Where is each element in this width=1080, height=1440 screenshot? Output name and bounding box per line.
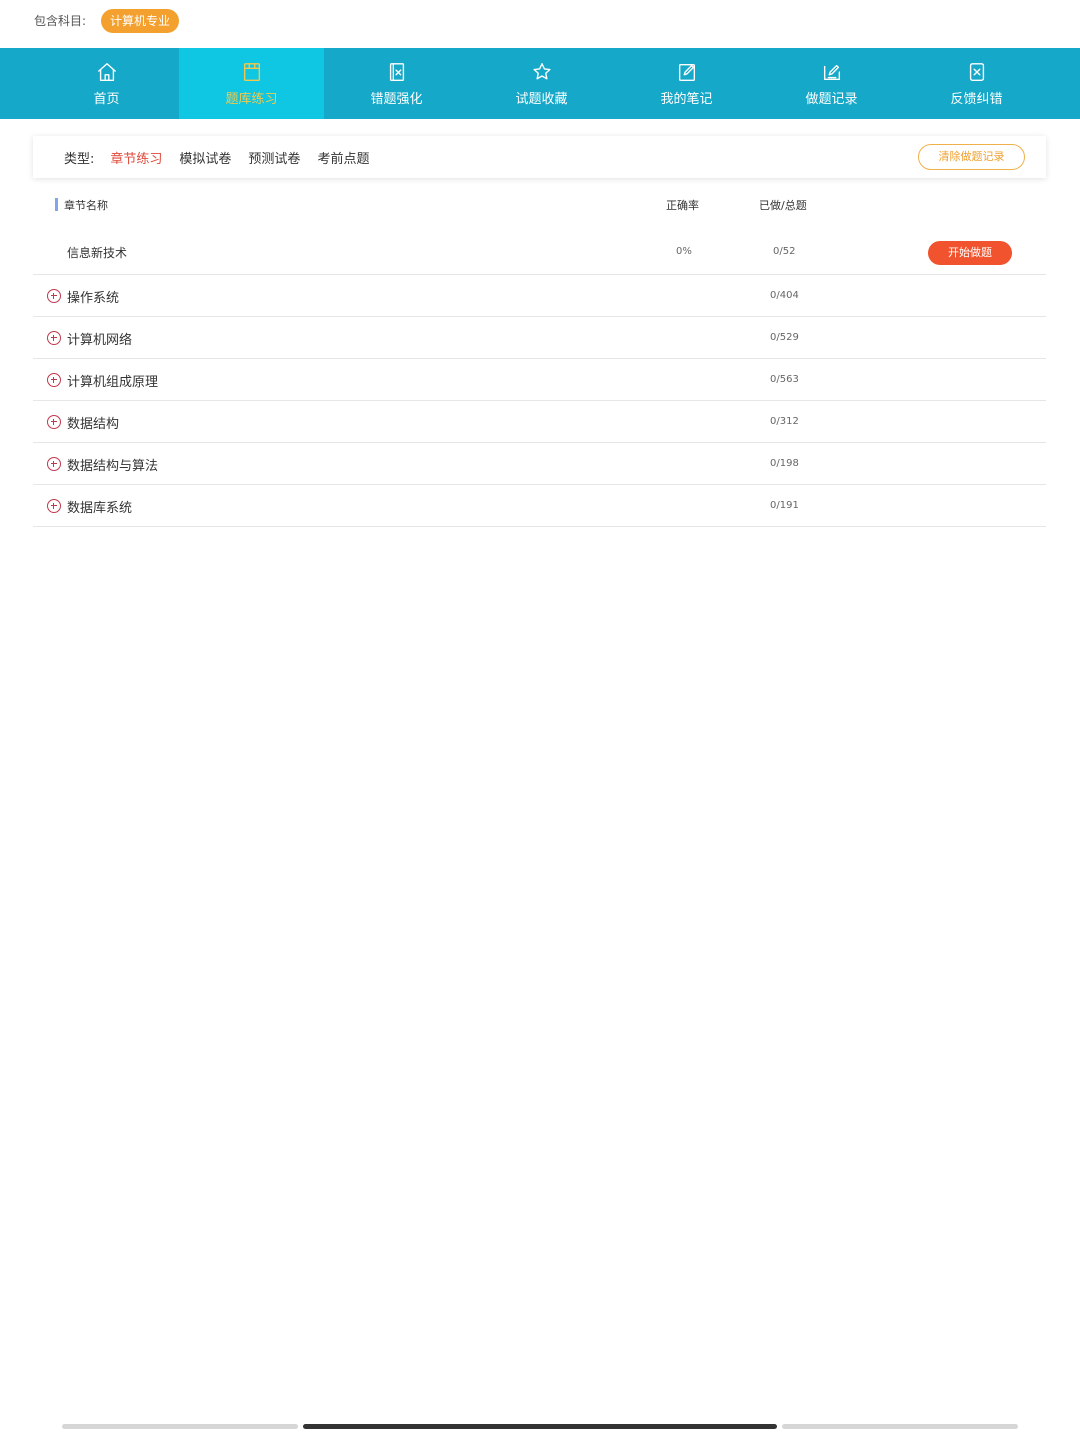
column-header-name: 章节名称 bbox=[64, 199, 108, 212]
page-indicator[interactable] bbox=[62, 1424, 1018, 1430]
book-icon bbox=[243, 62, 260, 81]
table-row[interactable]: 数据库系统 0/191 bbox=[33, 485, 1046, 527]
done-count: 0/404 bbox=[770, 290, 799, 301]
top-bar: 包含科目: 计算机专业 bbox=[0, 0, 1080, 48]
done-count: 0/52 bbox=[773, 246, 796, 257]
nav-item-favorites[interactable]: 试题收藏 bbox=[469, 48, 614, 119]
chapter-name: 数据结构与算法 bbox=[67, 459, 159, 474]
table-row[interactable]: 数据结构 0/312 bbox=[33, 401, 1046, 443]
nav-item-label: 首页 bbox=[93, 91, 120, 107]
subject-badge[interactable]: 计算机专业 bbox=[101, 9, 180, 33]
type-filter-bar: 类型: 章节练习 模拟试卷 预测试卷 考前点题 清除做题记录 bbox=[33, 136, 1046, 178]
column-header-done: 已做/总题 bbox=[759, 199, 807, 212]
page-indicator-segment[interactable] bbox=[782, 1424, 1018, 1429]
done-count: 0/563 bbox=[770, 374, 799, 385]
subject-label: 包含科目: bbox=[34, 14, 87, 28]
table-row[interactable]: 计算机网络 0/529 bbox=[33, 317, 1046, 359]
chapter-name: 数据结构 bbox=[67, 417, 120, 432]
type-label: 类型: bbox=[64, 151, 95, 167]
table-row[interactable]: 操作系统 0/404 bbox=[33, 275, 1046, 317]
record-icon bbox=[823, 64, 840, 80]
nav-item-label: 做题记录 bbox=[805, 91, 858, 107]
tab-predicted-exam[interactable]: 预测试卷 bbox=[248, 148, 300, 167]
header-accent-bar bbox=[55, 198, 58, 211]
chapter-name: 计算机网络 bbox=[67, 333, 133, 348]
main-nav: 首页 题库练习 错题强化 试题收藏 我的笔记 做题记录 反馈纠错 bbox=[0, 48, 1080, 119]
expand-plus-icon[interactable] bbox=[47, 289, 61, 303]
table-header: 章节名称 正确率 已做/总题 bbox=[33, 188, 1046, 222]
chapter-name: 信息新技术 bbox=[67, 246, 128, 260]
wrong-doc-icon bbox=[389, 62, 404, 81]
tab-chapter-practice[interactable]: 章节练习 bbox=[110, 148, 162, 167]
star-icon bbox=[532, 62, 551, 79]
chapter-name: 数据库系统 bbox=[67, 501, 133, 516]
feedback-icon bbox=[969, 62, 984, 81]
chapter-name: 操作系统 bbox=[67, 291, 120, 306]
done-count: 0/312 bbox=[770, 416, 799, 427]
nav-item-question-bank[interactable]: 题库练习 bbox=[179, 48, 324, 119]
column-header-rate: 正确率 bbox=[666, 199, 699, 212]
done-count: 0/198 bbox=[770, 458, 799, 469]
expand-plus-icon[interactable] bbox=[47, 499, 61, 513]
nav-item-home[interactable]: 首页 bbox=[0, 48, 179, 119]
nav-item-records[interactable]: 做题记录 bbox=[759, 48, 904, 119]
chapter-table: 章节名称 正确率 已做/总题 信息新技术 0% 0/52 操作系统 0/404 … bbox=[33, 188, 1046, 527]
nav-item-notes[interactable]: 我的笔记 bbox=[614, 48, 759, 119]
nav-item-label: 反馈纠错 bbox=[950, 91, 1003, 107]
tab-pre-exam-tips[interactable]: 考前点题 bbox=[317, 148, 369, 167]
table-row[interactable]: 数据结构与算法 0/198 bbox=[33, 443, 1046, 485]
edit-note-icon bbox=[678, 63, 695, 81]
nav-item-label: 题库练习 bbox=[225, 91, 278, 107]
expand-plus-icon[interactable] bbox=[47, 331, 61, 345]
expand-plus-icon[interactable] bbox=[47, 457, 61, 471]
start-practice-button[interactable]: 开始做题 bbox=[928, 241, 1012, 265]
chapter-name: 计算机组成原理 bbox=[67, 375, 159, 390]
table-row[interactable]: 计算机组成原理 0/563 bbox=[33, 359, 1046, 401]
done-count: 0/191 bbox=[770, 500, 799, 511]
nav-item-feedback[interactable]: 反馈纠错 bbox=[904, 48, 1049, 119]
tab-mock-exam[interactable]: 模拟试卷 bbox=[179, 148, 231, 167]
nav-item-label: 试题收藏 bbox=[515, 91, 568, 107]
page-indicator-segment[interactable] bbox=[62, 1424, 298, 1429]
home-icon bbox=[97, 62, 116, 81]
nav-item-wrong-questions[interactable]: 错题强化 bbox=[324, 48, 469, 119]
clear-records-button[interactable]: 清除做题记录 bbox=[918, 144, 1025, 170]
done-count: 0/529 bbox=[770, 332, 799, 343]
expand-plus-icon[interactable] bbox=[47, 415, 61, 429]
nav-item-label: 我的笔记 bbox=[660, 91, 713, 107]
page-indicator-segment-active[interactable] bbox=[303, 1424, 777, 1429]
nav-item-label: 错题强化 bbox=[370, 91, 423, 107]
table-row: 信息新技术 0% 0/52 bbox=[33, 222, 1046, 275]
correct-rate: 0% bbox=[676, 246, 692, 257]
expand-plus-icon[interactable] bbox=[47, 373, 61, 387]
